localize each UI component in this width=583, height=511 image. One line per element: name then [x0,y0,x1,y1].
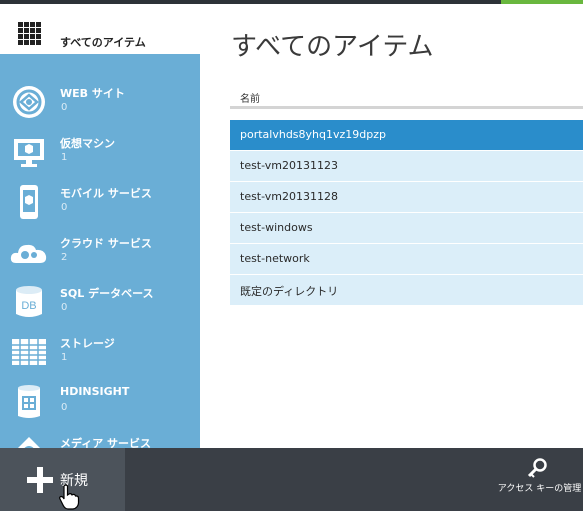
plus-icon [27,467,53,493]
row-name: test-network [240,252,310,265]
sidebar-item-label: 仮想マシン [60,137,115,150]
sidebar-item-hdinsight[interactable]: HDINSIGHT 0 [0,378,200,428]
table-row[interactable]: portalvhds8yhq1vz19dpzp [230,120,583,150]
sidebar-item-all-items[interactable]: すべてのアイテム [0,4,200,54]
sidebar-item-label: メディア サービス [60,437,152,448]
table-row[interactable]: test-windows [230,213,583,243]
svg-text:DB: DB [21,300,36,312]
header-divider [230,106,583,109]
top-accent-strip [501,0,583,4]
hdinsight-icon [18,385,40,418]
sidebar-item-count: 1 [61,352,68,363]
sidebar: すべてのアイテム WEB サイト 0 仮想マシン 1 モバイル サービス 0 ク… [0,4,200,448]
page-title: すべてのアイテム [231,32,434,62]
table-row[interactable]: test-network [230,244,583,274]
sidebar-item-storage[interactable]: ストレージ 1 [0,328,200,378]
sidebar-item-web-sites[interactable]: WEB サイト 0 [0,78,200,128]
sidebar-item-sql-database[interactable]: DB SQL データベース 0 [0,278,200,328]
sidebar-item-label: HDINSIGHT [60,385,130,398]
hand-cursor-icon [59,484,80,510]
row-name: portalvhds8yhq1vz19dpzp [240,128,387,141]
table-row[interactable]: test-vm20131128 [230,182,583,212]
mobile-icon [20,185,38,219]
cloud-gears-icon [10,244,47,263]
table-icon [12,339,46,365]
sidebar-item-mobile-services[interactable]: モバイル サービス 0 [0,178,200,228]
sidebar-item-label: クラウド サービス [60,237,152,250]
table-row[interactable]: test-vm20131123 [230,151,583,181]
sidebar-item-count: 0 [61,402,68,413]
sidebar-item-count: 2 [61,252,68,263]
sidebar-item-count: 0 [61,202,68,213]
row-name: test-vm20131123 [240,159,339,172]
sidebar-item-media-services[interactable]: メディア サービス [0,428,200,448]
table-row[interactable]: 既定のディレクトリ [230,275,583,305]
sidebar-item-label: モバイル サービス [60,187,152,200]
sidebar-item-label: すべてのアイテム [60,36,146,49]
sidebar-item-virtual-machines[interactable]: 仮想マシン 1 [0,128,200,178]
monitor-icon [14,139,44,167]
database-icon: DB [16,286,42,317]
sidebar-item-label: WEB サイト [60,87,125,100]
globe-icon [13,86,45,118]
sidebar-item-count: 0 [61,302,68,313]
manage-access-keys-label: アクセス キーの管理 [497,484,582,494]
new-button[interactable]: 新規 [0,448,125,511]
grid-icon [18,22,41,45]
sidebar-item-label: SQL データベース [60,287,154,300]
sidebar-item-count: 0 [61,102,68,113]
row-name: test-windows [240,221,313,234]
row-name: test-vm20131128 [240,190,339,203]
items-list: portalvhds8yhq1vz19dpzp test-vm20131123 … [230,120,583,306]
command-bar: 新規 アクセス キーの管理 [0,448,583,511]
sidebar-item-label: ストレージ [60,337,115,350]
media-icon [18,437,40,448]
column-header-name[interactable]: 名前 [240,90,260,105]
sidebar-item-count: 1 [61,152,68,163]
key-icon [527,458,547,478]
row-name: 既定のディレクトリ [240,285,339,298]
manage-access-keys-button[interactable]: アクセス キーの管理 [492,448,583,511]
sidebar-item-cloud-services[interactable]: クラウド サービス 2 [0,228,200,278]
